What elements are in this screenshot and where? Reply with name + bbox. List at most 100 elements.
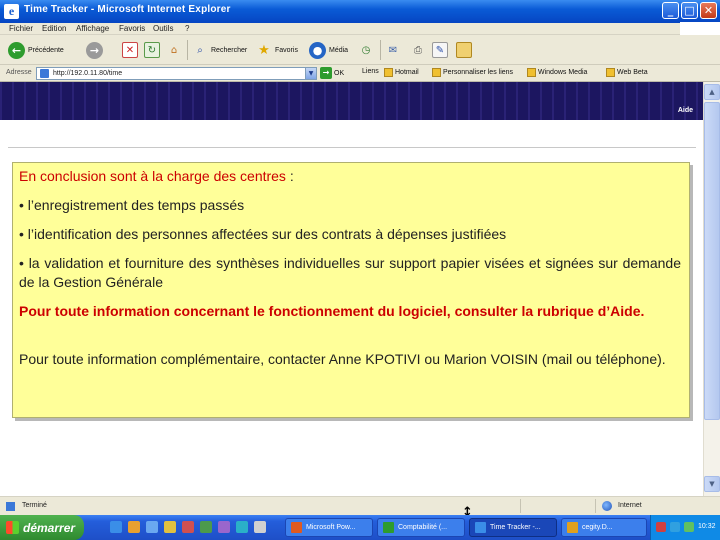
stop-icon: ✕ [122,42,138,58]
app-icon [567,522,578,533]
toolbar-separator [187,40,188,60]
quicklaunch-folder-icon[interactable] [164,521,176,533]
link-personnaliser[interactable]: Personnaliser les liens [432,68,513,77]
help-link[interactable]: Aide [678,107,693,114]
back-arrow-icon: ← [8,41,25,59]
link-icon [384,68,393,77]
taskbar-powerpoint[interactable]: Microsoft Pow... [285,518,373,537]
scroll-down-button[interactable]: ▼ [704,476,720,492]
task-label: Comptabilité (... [398,524,448,531]
security-zone-text: Internet [618,502,642,509]
menu-help[interactable]: ? [185,23,189,35]
address-input[interactable]: http://192.0.11.80/time [36,67,316,80]
slide-heading-colon: : [285,168,294,184]
forward-button[interactable]: → [86,39,103,61]
link-label: Personnaliser les liens [443,69,514,76]
mail-button[interactable]: ✉ [385,39,401,61]
media-button[interactable]: ● Média [309,39,348,61]
tray-icon[interactable] [670,522,680,532]
search-icon: ⌕ [197,44,203,56]
printer-icon: ⎙ [414,44,422,56]
go-button[interactable]: → OK [320,67,344,79]
back-button[interactable]: ← Précédente [8,39,64,61]
go-label: OK [334,69,345,77]
forward-arrow-icon: → [86,41,103,59]
internet-globe-icon [602,501,612,511]
quicklaunch-app-icon[interactable] [182,521,194,533]
refresh-button[interactable]: ↻ [144,39,160,61]
windows-flag-icon [6,521,19,534]
taskbar: démarrer Microsoft Pow... Comptabilité (… [0,515,720,540]
slide-heading-text: En conclusion sont à la charge des centr… [19,168,286,184]
discuss-button[interactable] [456,39,472,61]
start-label: démarrer [23,520,76,535]
address-url: http://192.0.11.80/time [53,70,123,77]
task-label: Time Tracker -... [490,524,541,531]
status-divider [595,499,596,513]
toolbar-separator [380,40,381,60]
quicklaunch-outlook-icon[interactable] [128,521,140,533]
status-bar: Terminé Internet [0,496,720,515]
window-title: Time Tracker - Microsoft Internet Explor… [24,4,231,15]
go-arrow-icon: → [320,67,332,79]
minimize-button[interactable]: _ [662,2,679,19]
favorites-label: Favoris [275,46,298,54]
tray-icon[interactable] [656,522,666,532]
link-windows-media[interactable]: Windows Media [527,68,587,77]
search-button[interactable]: ⌕ Rechercher [192,39,247,61]
contact-text: Pour toute information complémentaire, c… [19,351,666,367]
bullet-item: • l’identification des personnes affecté… [19,226,507,242]
address-dropdown-button[interactable]: ▼ [305,67,317,80]
menu-fichier[interactable]: Fichier [9,23,33,35]
quicklaunch-app-icon[interactable] [254,521,266,533]
page-status-icon [6,502,15,511]
media-icon: ● [309,41,326,59]
taskbar-time-tracker[interactable]: Time Tracker -... [469,518,557,537]
task-label: cegity.D... [582,524,613,531]
scroll-thumb[interactable] [704,102,720,420]
link-web-beta[interactable]: Web Beta [606,68,648,77]
internet-explorer-icon: e [4,4,19,19]
status-text: Terminé [22,502,47,509]
tray-icon[interactable] [684,522,694,532]
menu-edition[interactable]: Edition [42,23,66,35]
link-hotmail[interactable]: Hotmail [384,68,419,77]
start-button[interactable]: démarrer [0,515,84,540]
menu-favoris[interactable]: Favoris [119,23,145,35]
link-icon [527,68,536,77]
quicklaunch-desktop-icon[interactable] [146,521,158,533]
clock: 10:32 [698,523,716,530]
menu-outils[interactable]: Outils [153,23,173,35]
vertical-scrollbar[interactable]: ▲ ▼ [703,82,720,496]
favorites-button[interactable]: ★ Favoris [256,39,298,61]
edit-document-icon: ✎ [432,42,448,58]
powerpoint-icon [291,522,302,533]
taskbar-cegity[interactable]: cegity.D... [561,518,647,537]
quicklaunch-app-icon[interactable] [218,521,230,533]
history-button[interactable]: ◷ [358,39,374,61]
quicklaunch-app-icon[interactable] [200,521,212,533]
status-divider [520,499,521,513]
toolbar: ← Précédente → ✕ ↻ ⌂ ⌕ Rechercher ★ Favo… [0,35,720,65]
edit-button[interactable]: ✎ [432,39,448,61]
print-button[interactable]: ⎙ [410,39,426,61]
home-button[interactable]: ⌂ [166,39,182,61]
menu-bar: Fichier Edition Affichage Favoris Outils… [0,22,720,35]
excel-icon [383,522,394,533]
back-label: Précédente [28,46,64,54]
windows-logo-icon [680,22,720,35]
quicklaunch-app-icon[interactable] [236,521,248,533]
quicklaunch-ie-icon[interactable] [110,521,122,533]
link-icon [606,68,615,77]
stop-button[interactable]: ✕ [122,39,138,61]
internet-explorer-icon [475,522,486,533]
maximize-button[interactable]: □ [681,2,698,19]
site-banner: Aide [0,82,703,120]
star-icon: ★ [258,42,270,58]
task-label: Microsoft Pow... [306,524,356,531]
scroll-up-button[interactable]: ▲ [704,84,720,100]
menu-affichage[interactable]: Affichage [76,23,109,35]
taskbar-comptabilite[interactable]: Comptabilité (... [377,518,465,537]
close-button[interactable]: ✕ [700,2,717,19]
link-label: Web Beta [617,69,648,76]
